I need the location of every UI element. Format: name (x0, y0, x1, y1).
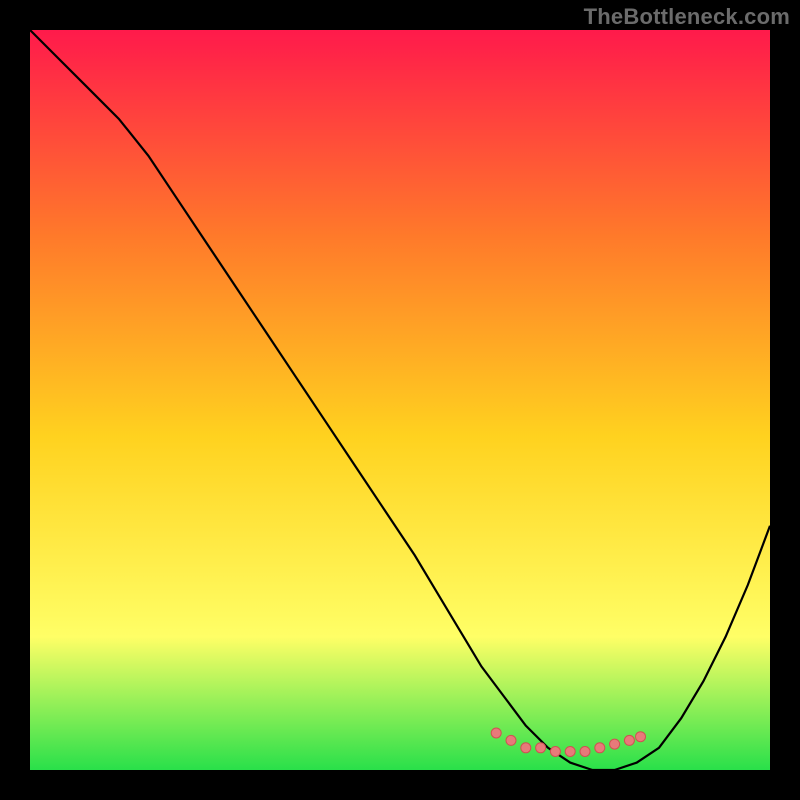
marker-dot (506, 735, 516, 745)
marker-dot (580, 747, 590, 757)
marker-dot (536, 743, 546, 753)
marker-dot (565, 747, 575, 757)
gradient-background (30, 30, 770, 770)
plot-area (30, 30, 770, 770)
marker-dot (595, 743, 605, 753)
watermark-label: TheBottleneck.com (584, 4, 790, 30)
marker-dot (636, 732, 646, 742)
bottleneck-chart (30, 30, 770, 770)
marker-dot (521, 743, 531, 753)
chart-frame: TheBottleneck.com (0, 0, 800, 800)
marker-dot (624, 735, 634, 745)
marker-dot (491, 728, 501, 738)
marker-dot (550, 747, 560, 757)
marker-dot (610, 739, 620, 749)
